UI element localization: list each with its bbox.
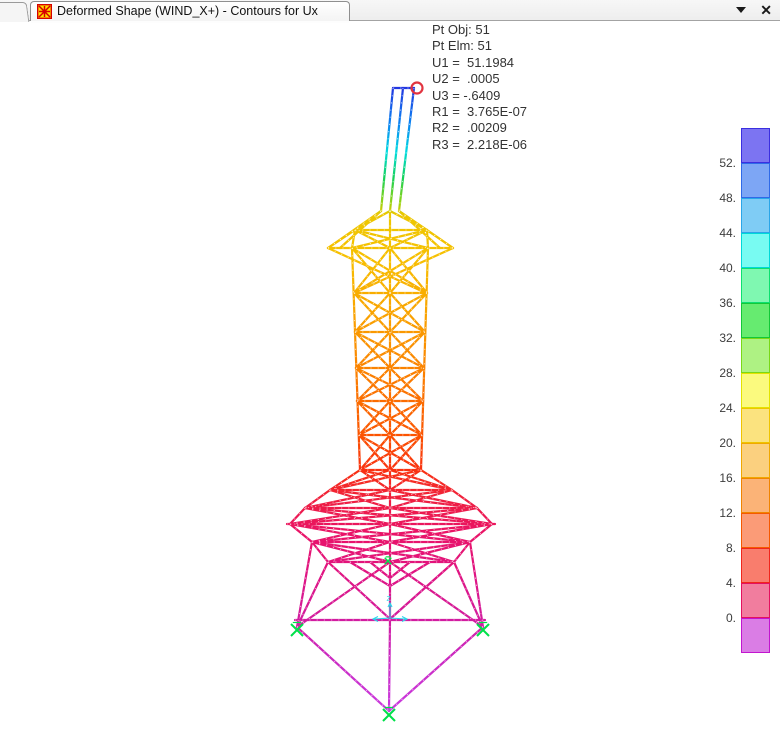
close-icon[interactable]: ✕	[760, 0, 772, 20]
tooltip-line: R2 = .00209	[432, 120, 527, 136]
tooltip-line: U1 = 51.1984	[432, 55, 527, 71]
legend-color-block	[741, 198, 770, 233]
legend-color-block	[741, 443, 770, 478]
point-info-tooltip: Pt Obj: 51Pt Elm: 51U1 = 51.1984U2 = .00…	[432, 22, 527, 153]
legend-value-label: 48.	[692, 190, 736, 206]
axes-z-label: Z	[387, 596, 392, 603]
legend-color-block	[741, 128, 770, 163]
legend-color-block	[741, 408, 770, 443]
legend-value-label: 40.	[692, 260, 736, 276]
tooltip-line: U2 = .0005	[432, 71, 527, 87]
legend-value-label: 52.	[692, 155, 736, 171]
legend-value-label: 12.	[692, 505, 736, 521]
legend-color-block	[741, 338, 770, 373]
window-tab-bar: Deformed Shape (WIND_X+) - Contours for …	[0, 0, 780, 21]
legend-color-block	[741, 233, 770, 268]
legend-value-label: 20.	[692, 435, 736, 451]
active-window-tab[interactable]: Deformed Shape (WIND_X+) - Contours for …	[30, 1, 350, 21]
legend-value-label: 28.	[692, 365, 736, 381]
legend-color-block	[741, 513, 770, 548]
legend-color-block	[741, 478, 770, 513]
legend-value-label: 36.	[692, 295, 736, 311]
legend-color-block	[741, 618, 770, 653]
app-icon	[37, 4, 52, 19]
model-canvas[interactable]: Z Pt Obj: 51Pt Elm: 51U1 = 51.1984U2 = .…	[0, 0, 780, 732]
tooltip-line: U3 = -.6409	[432, 88, 527, 104]
legend-color-block	[741, 373, 770, 408]
deformed-shape-view: Z	[0, 0, 780, 732]
tab-bottom-cover	[31, 21, 349, 23]
legend-color-block	[741, 583, 770, 618]
legend-value-label: 0.	[692, 610, 736, 626]
tooltip-line: R1 = 3.765E-07	[432, 104, 527, 120]
legend-value-label: 24.	[692, 400, 736, 416]
legend-value-label: 44.	[692, 225, 736, 241]
tooltip-line: Pt Obj: 51	[432, 22, 527, 38]
tooltip-line: R3 = 2.218E-06	[432, 137, 527, 153]
inactive-tab-fragment[interactable]	[0, 2, 29, 22]
legend-value-label: 8.	[692, 540, 736, 556]
legend-value-label: 4.	[692, 575, 736, 591]
legend-color-block	[741, 303, 770, 338]
tooltip-line: Pt Elm: 51	[432, 38, 527, 54]
window-menu-dropdown-icon[interactable]	[736, 7, 746, 13]
legend-color-block	[741, 548, 770, 583]
legend-value-label: 32.	[692, 330, 736, 346]
legend-color-block	[741, 268, 770, 303]
legend-color-block	[741, 163, 770, 198]
legend-value-label: 16.	[692, 470, 736, 486]
window-title: Deformed Shape (WIND_X+) - Contours for …	[57, 4, 318, 18]
